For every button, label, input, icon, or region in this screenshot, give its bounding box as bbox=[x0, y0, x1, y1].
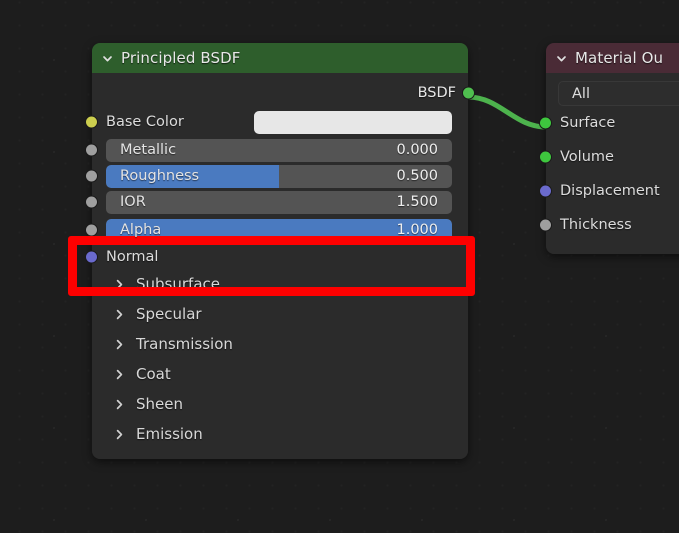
node-input-displacement[interactable]: Displacement bbox=[539, 174, 679, 208]
socket-thickness[interactable] bbox=[539, 218, 552, 232]
input-label-surface: Surface bbox=[560, 115, 616, 131]
input-label-normal: Normal bbox=[106, 249, 159, 265]
socket-surface[interactable] bbox=[539, 116, 552, 130]
socket-normal[interactable] bbox=[85, 250, 98, 264]
socket-ior[interactable] bbox=[85, 195, 98, 209]
node-input-alpha[interactable]: Alpha 1.000 bbox=[85, 215, 468, 245]
socket-alpha[interactable] bbox=[85, 223, 98, 237]
panel-label-specular: Specular bbox=[136, 305, 202, 323]
chevron-right-icon[interactable] bbox=[113, 428, 126, 441]
panel-label-emission: Emission bbox=[136, 425, 203, 443]
socket-base-color[interactable] bbox=[85, 115, 98, 129]
panel-label-sheen: Sheen bbox=[136, 395, 183, 413]
slider-metallic[interactable]: Metallic 0.000 bbox=[106, 138, 452, 162]
output-label-bsdf: BSDF bbox=[417, 85, 456, 101]
input-label-thickness: Thickness bbox=[560, 217, 632, 233]
node-title-material-output: Material Ou bbox=[575, 49, 664, 67]
node-header-principled-bsdf[interactable]: Principled BSDF bbox=[92, 43, 468, 73]
slider-label-metallic: Metallic bbox=[120, 142, 177, 158]
node-principled-bsdf[interactable]: Principled BSDF BSDF Base Color Metallic bbox=[85, 43, 475, 459]
panel-label-coat: Coat bbox=[136, 365, 171, 383]
chevron-right-icon[interactable] bbox=[113, 278, 126, 291]
socket-volume[interactable] bbox=[539, 150, 552, 164]
panel-transmission[interactable]: Transmission bbox=[92, 329, 468, 359]
input-label-displacement: Displacement bbox=[560, 183, 660, 199]
panel-coat[interactable]: Coat bbox=[92, 359, 468, 389]
input-label-volume: Volume bbox=[560, 149, 614, 165]
socket-metallic[interactable] bbox=[85, 143, 98, 157]
slider-label-ior: IOR bbox=[120, 194, 146, 210]
node-input-surface[interactable]: Surface bbox=[539, 106, 679, 140]
node-body-principled-bsdf: BSDF Base Color Metallic 0.000 Roughness… bbox=[85, 73, 475, 459]
node-input-ior[interactable]: IOR 1.500 bbox=[85, 189, 468, 215]
socket-roughness[interactable] bbox=[85, 169, 98, 183]
socket-displacement[interactable] bbox=[539, 184, 552, 198]
slider-value-roughness: 0.500 bbox=[396, 168, 438, 184]
dropdown-render-target[interactable]: All bbox=[558, 81, 679, 106]
panel-label-subsurface: Subsurface bbox=[136, 275, 220, 293]
panel-emission[interactable]: Emission bbox=[92, 419, 468, 449]
node-body-material-output: All Surface Volume Displacement Thicknes… bbox=[539, 73, 679, 254]
node-header-material-output[interactable]: Material Ou bbox=[546, 43, 679, 73]
chevron-right-icon[interactable] bbox=[113, 368, 126, 381]
slider-value-alpha: 1.000 bbox=[396, 222, 438, 238]
socket-output-bsdf[interactable] bbox=[462, 86, 475, 100]
shader-node-editor[interactable]: Principled BSDF BSDF Base Color Metallic bbox=[0, 0, 679, 533]
slider-label-roughness: Roughness bbox=[120, 168, 200, 184]
node-input-metallic[interactable]: Metallic 0.000 bbox=[85, 137, 468, 163]
node-input-volume[interactable]: Volume bbox=[539, 140, 679, 174]
input-label-base-color: Base Color bbox=[106, 114, 184, 130]
panel-specular[interactable]: Specular bbox=[92, 299, 468, 329]
node-input-base-color[interactable]: Base Color bbox=[85, 107, 468, 137]
slider-label-alpha: Alpha bbox=[120, 222, 162, 238]
dropdown-value-render-target: All bbox=[572, 85, 590, 102]
slider-roughness[interactable]: Roughness 0.500 bbox=[106, 164, 452, 188]
node-material-output[interactable]: Material Ou All Surface Volume Displacem… bbox=[539, 43, 679, 254]
node-input-thickness[interactable]: Thickness bbox=[539, 208, 679, 242]
chevron-right-icon[interactable] bbox=[113, 398, 126, 411]
chevron-down-icon[interactable] bbox=[555, 52, 568, 65]
slider-value-metallic: 0.000 bbox=[396, 142, 438, 158]
panel-label-transmission: Transmission bbox=[136, 335, 233, 353]
slider-ior[interactable]: IOR 1.500 bbox=[106, 190, 452, 214]
panel-sheen[interactable]: Sheen bbox=[92, 389, 468, 419]
slider-alpha[interactable]: Alpha 1.000 bbox=[106, 218, 452, 242]
chevron-right-icon[interactable] bbox=[113, 308, 126, 321]
panel-subsurface[interactable]: Subsurface bbox=[92, 269, 468, 299]
chevron-right-icon[interactable] bbox=[113, 338, 126, 351]
node-output-bsdf[interactable]: BSDF bbox=[92, 79, 475, 107]
node-input-roughness[interactable]: Roughness 0.500 bbox=[85, 163, 468, 189]
node-input-normal[interactable]: Normal bbox=[85, 245, 468, 269]
slider-value-ior: 1.500 bbox=[396, 194, 438, 210]
color-swatch-base-color[interactable] bbox=[254, 110, 452, 134]
node-title-principled-bsdf: Principled BSDF bbox=[121, 49, 241, 67]
chevron-down-icon[interactable] bbox=[101, 52, 114, 65]
